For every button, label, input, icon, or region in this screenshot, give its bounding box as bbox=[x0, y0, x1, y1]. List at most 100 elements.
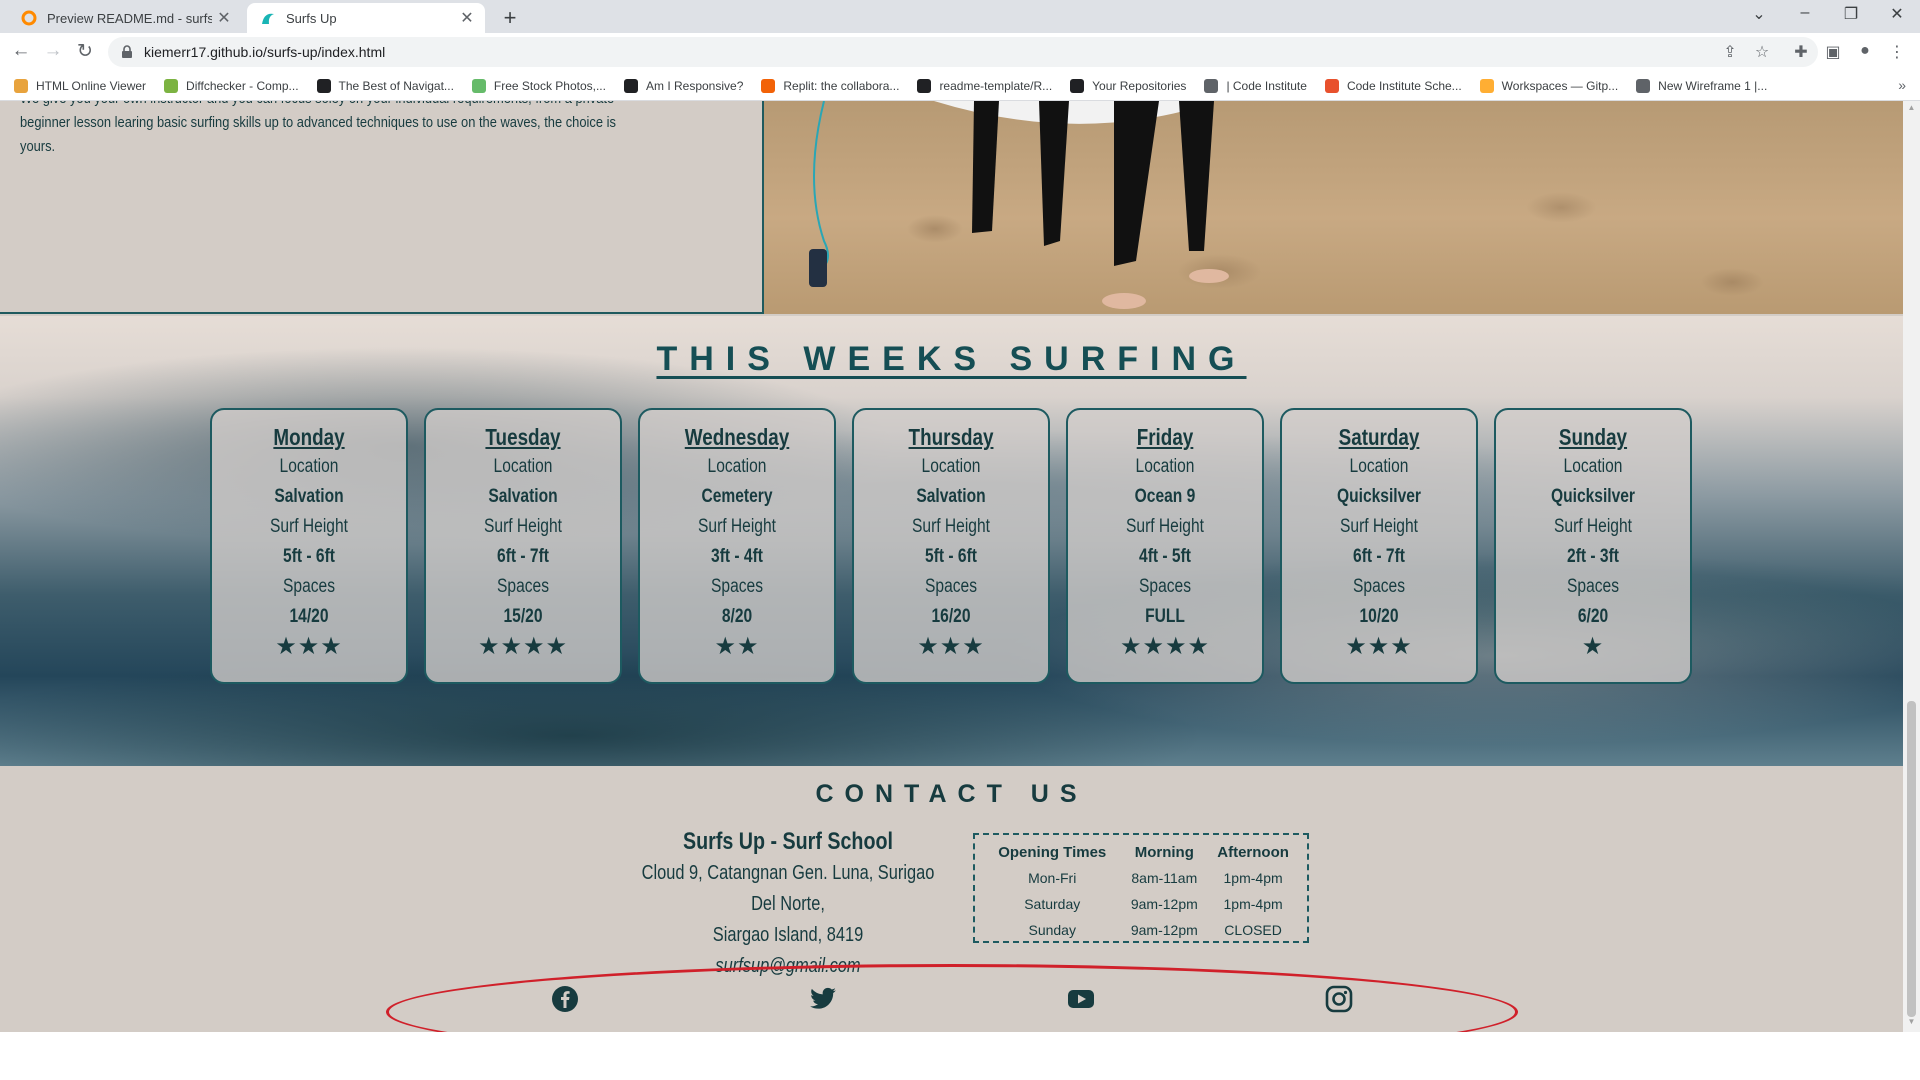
star-icon: ★ bbox=[275, 633, 298, 660]
bookmark-label: Am I Responsive? bbox=[645, 78, 744, 93]
surf-height-label: Surf Height bbox=[1126, 516, 1204, 537]
bookmark-favicon-icon bbox=[1070, 78, 1085, 93]
bookmark-label: HTML Online Viewer bbox=[36, 78, 147, 93]
hours-cell: Saturday bbox=[1024, 896, 1081, 912]
tab-readme-preview[interactable]: Preview README.md - surfs-up ✕ bbox=[8, 3, 242, 33]
surf-height-value: 6ft - 7ft bbox=[1353, 546, 1405, 567]
close-window-button[interactable]: ✕ bbox=[1874, 4, 1920, 24]
scroll-down-arrow-icon[interactable]: ▼ bbox=[1903, 1017, 1920, 1026]
surf-height-value: 2ft - 3ft bbox=[1567, 546, 1619, 567]
scroll-up-arrow-icon[interactable]: ▲ bbox=[1903, 103, 1920, 112]
tab-title: Surfs Up bbox=[286, 10, 337, 26]
location-value: Salvation bbox=[916, 486, 986, 507]
surf-height-label: Surf Height bbox=[698, 516, 776, 537]
table-row: Saturday 9am-12pm 1pm-4pm bbox=[983, 891, 1299, 917]
bookmark-item[interactable]: Free Stock Photos,... bbox=[471, 78, 606, 93]
spaces-label: Spaces bbox=[711, 576, 763, 597]
bookmark-item[interactable]: Am I Responsive? bbox=[623, 78, 744, 93]
bookmark-favicon-icon bbox=[1636, 78, 1651, 93]
surf-height-value: 4ft - 5ft bbox=[1139, 546, 1191, 567]
share-icon[interactable]: ⇪ bbox=[1720, 42, 1740, 62]
bookmark-item[interactable]: New Wireframe 1 |... bbox=[1636, 78, 1767, 93]
day-card-saturday: Saturday Location Quicksilver Surf Height 6f… bbox=[1280, 408, 1478, 684]
star-icon: ★ bbox=[917, 633, 940, 660]
star-icon: ★ bbox=[545, 633, 569, 660]
surf-height-label: Surf Height bbox=[1340, 516, 1418, 537]
day-name[interactable]: Friday bbox=[1085, 422, 1244, 452]
star-icon: ★ bbox=[477, 633, 501, 660]
instagram-icon[interactable] bbox=[1325, 985, 1353, 1013]
close-tab-icon[interactable]: ✕ bbox=[212, 8, 236, 28]
day-card-friday: Friday Location Ocean 9 Surf Height 4ft - 5f… bbox=[1066, 408, 1264, 684]
contact-heading: CONTACT US bbox=[815, 780, 1088, 808]
page-bottom-blank bbox=[0, 1032, 1920, 1080]
back-icon[interactable]: ← bbox=[9, 40, 33, 62]
browser-toolbar: ← → ↻ kiemerr17.github.io/surfs-up/index… bbox=[0, 33, 1920, 71]
extensions-icon[interactable]: ✚ bbox=[1791, 42, 1811, 62]
hours-cell: 9am-12pm bbox=[1130, 922, 1198, 938]
side-panel-icon[interactable]: ▣ bbox=[1823, 42, 1843, 62]
bookmark-favicon-icon bbox=[761, 78, 776, 93]
restore-button[interactable]: ❐ bbox=[1828, 4, 1874, 24]
bookmark-label: Replit: the collabora... bbox=[783, 78, 900, 93]
star-rating: ★★★ bbox=[212, 632, 406, 662]
location-value: Quicksilver bbox=[1550, 486, 1635, 507]
day-card-thursday: Thursday Location Salvation Surf Height 5ft … bbox=[852, 408, 1050, 684]
table-row: Mon-Fri 8am-11am 1pm-4pm bbox=[983, 865, 1299, 891]
minimize-button[interactable]: – bbox=[1782, 4, 1828, 22]
scrollbar-thumb[interactable] bbox=[1907, 701, 1916, 1017]
day-name[interactable]: Thursday bbox=[871, 422, 1030, 452]
bookmark-item[interactable]: readme-template/R... bbox=[917, 78, 1052, 93]
hours-cell: Mon-Fri bbox=[1028, 870, 1077, 886]
star-icon: ★ bbox=[1367, 633, 1391, 660]
spaces-label: Spaces bbox=[1567, 576, 1619, 597]
forward-icon[interactable]: → bbox=[41, 40, 65, 62]
surf-height-value: 5ft - 6ft bbox=[925, 546, 977, 567]
day-name[interactable]: Wednesday bbox=[657, 422, 816, 452]
hours-cell: CLOSED bbox=[1224, 922, 1282, 938]
profile-avatar-icon[interactable]: ● bbox=[1855, 42, 1875, 62]
menu-dots-icon[interactable]: ⋮ bbox=[1887, 42, 1907, 62]
bookmark-item[interactable]: The Best of Navigat... bbox=[316, 78, 454, 93]
bookmark-item[interactable]: Diffchecker - Comp... bbox=[164, 78, 299, 93]
bookmarks-overflow-icon[interactable]: » bbox=[1898, 77, 1906, 93]
url-text: kiemerr17.github.io/surfs-up/index.html bbox=[144, 44, 386, 60]
bookmark-item[interactable]: | Code Institute bbox=[1204, 78, 1307, 93]
bookmark-item[interactable]: HTML Online Viewer bbox=[14, 78, 147, 93]
new-tab-button[interactable]: + bbox=[496, 5, 524, 31]
day-name[interactable]: Saturday bbox=[1299, 422, 1458, 452]
email-link[interactable]: surfsup@gmail.com bbox=[632, 951, 944, 982]
bookmarks-bar: HTML Online Viewer Diffchecker - Comp... T… bbox=[0, 71, 1920, 101]
hours-cell: 8am-11am bbox=[1131, 870, 1198, 886]
tab-surfs-up[interactable]: Surfs Up ✕ bbox=[247, 3, 485, 33]
star-icon: ★ bbox=[1187, 633, 1211, 660]
bookmark-item[interactable]: Workspaces — Gitp... bbox=[1479, 78, 1618, 93]
bookmark-item[interactable]: Code Institute Sche... bbox=[1324, 78, 1462, 93]
day-name[interactable]: Sunday bbox=[1513, 422, 1672, 452]
twitter-icon[interactable] bbox=[809, 985, 837, 1013]
opening-times-table: Opening Times Morning Afternoon Mon-Fri … bbox=[973, 833, 1309, 943]
school-name: Surfs Up - Surf School bbox=[683, 828, 893, 855]
page-scrollbar[interactable]: ▲ ▼ bbox=[1903, 101, 1920, 1032]
spaces-value: FULL bbox=[1145, 606, 1185, 627]
surf-height-value: 3ft - 4ft bbox=[711, 546, 763, 567]
bookmark-label: Your Repositories bbox=[1092, 78, 1187, 93]
bookmark-item[interactable]: Your Repositories bbox=[1070, 78, 1187, 93]
spaces-value: 10/20 bbox=[1359, 606, 1399, 627]
tab-search-icon[interactable]: ⌄ bbox=[1736, 4, 1782, 24]
day-card-sunday: Sunday Location Quicksilver Surf Height 2ft … bbox=[1494, 408, 1692, 684]
facebook-icon[interactable] bbox=[551, 985, 579, 1013]
address-bar[interactable]: kiemerr17.github.io/surfs-up/index.html bbox=[108, 37, 1818, 67]
star-icon: ★ bbox=[737, 633, 760, 660]
bookmark-star-icon[interactable]: ☆ bbox=[1752, 42, 1772, 62]
youtube-icon[interactable] bbox=[1067, 985, 1095, 1013]
reload-icon[interactable]: ↻ bbox=[73, 40, 97, 63]
bookmark-item[interactable]: Replit: the collabora... bbox=[761, 78, 900, 93]
day-name[interactable]: Tuesday bbox=[443, 422, 602, 452]
star-icon: ★ bbox=[1119, 633, 1143, 660]
star-icon: ★ bbox=[1390, 633, 1413, 660]
surf-height-label: Surf Height bbox=[484, 516, 562, 537]
day-name[interactable]: Monday bbox=[229, 422, 388, 452]
location-value: Salvation bbox=[274, 486, 344, 507]
close-tab-icon[interactable]: ✕ bbox=[455, 8, 479, 28]
